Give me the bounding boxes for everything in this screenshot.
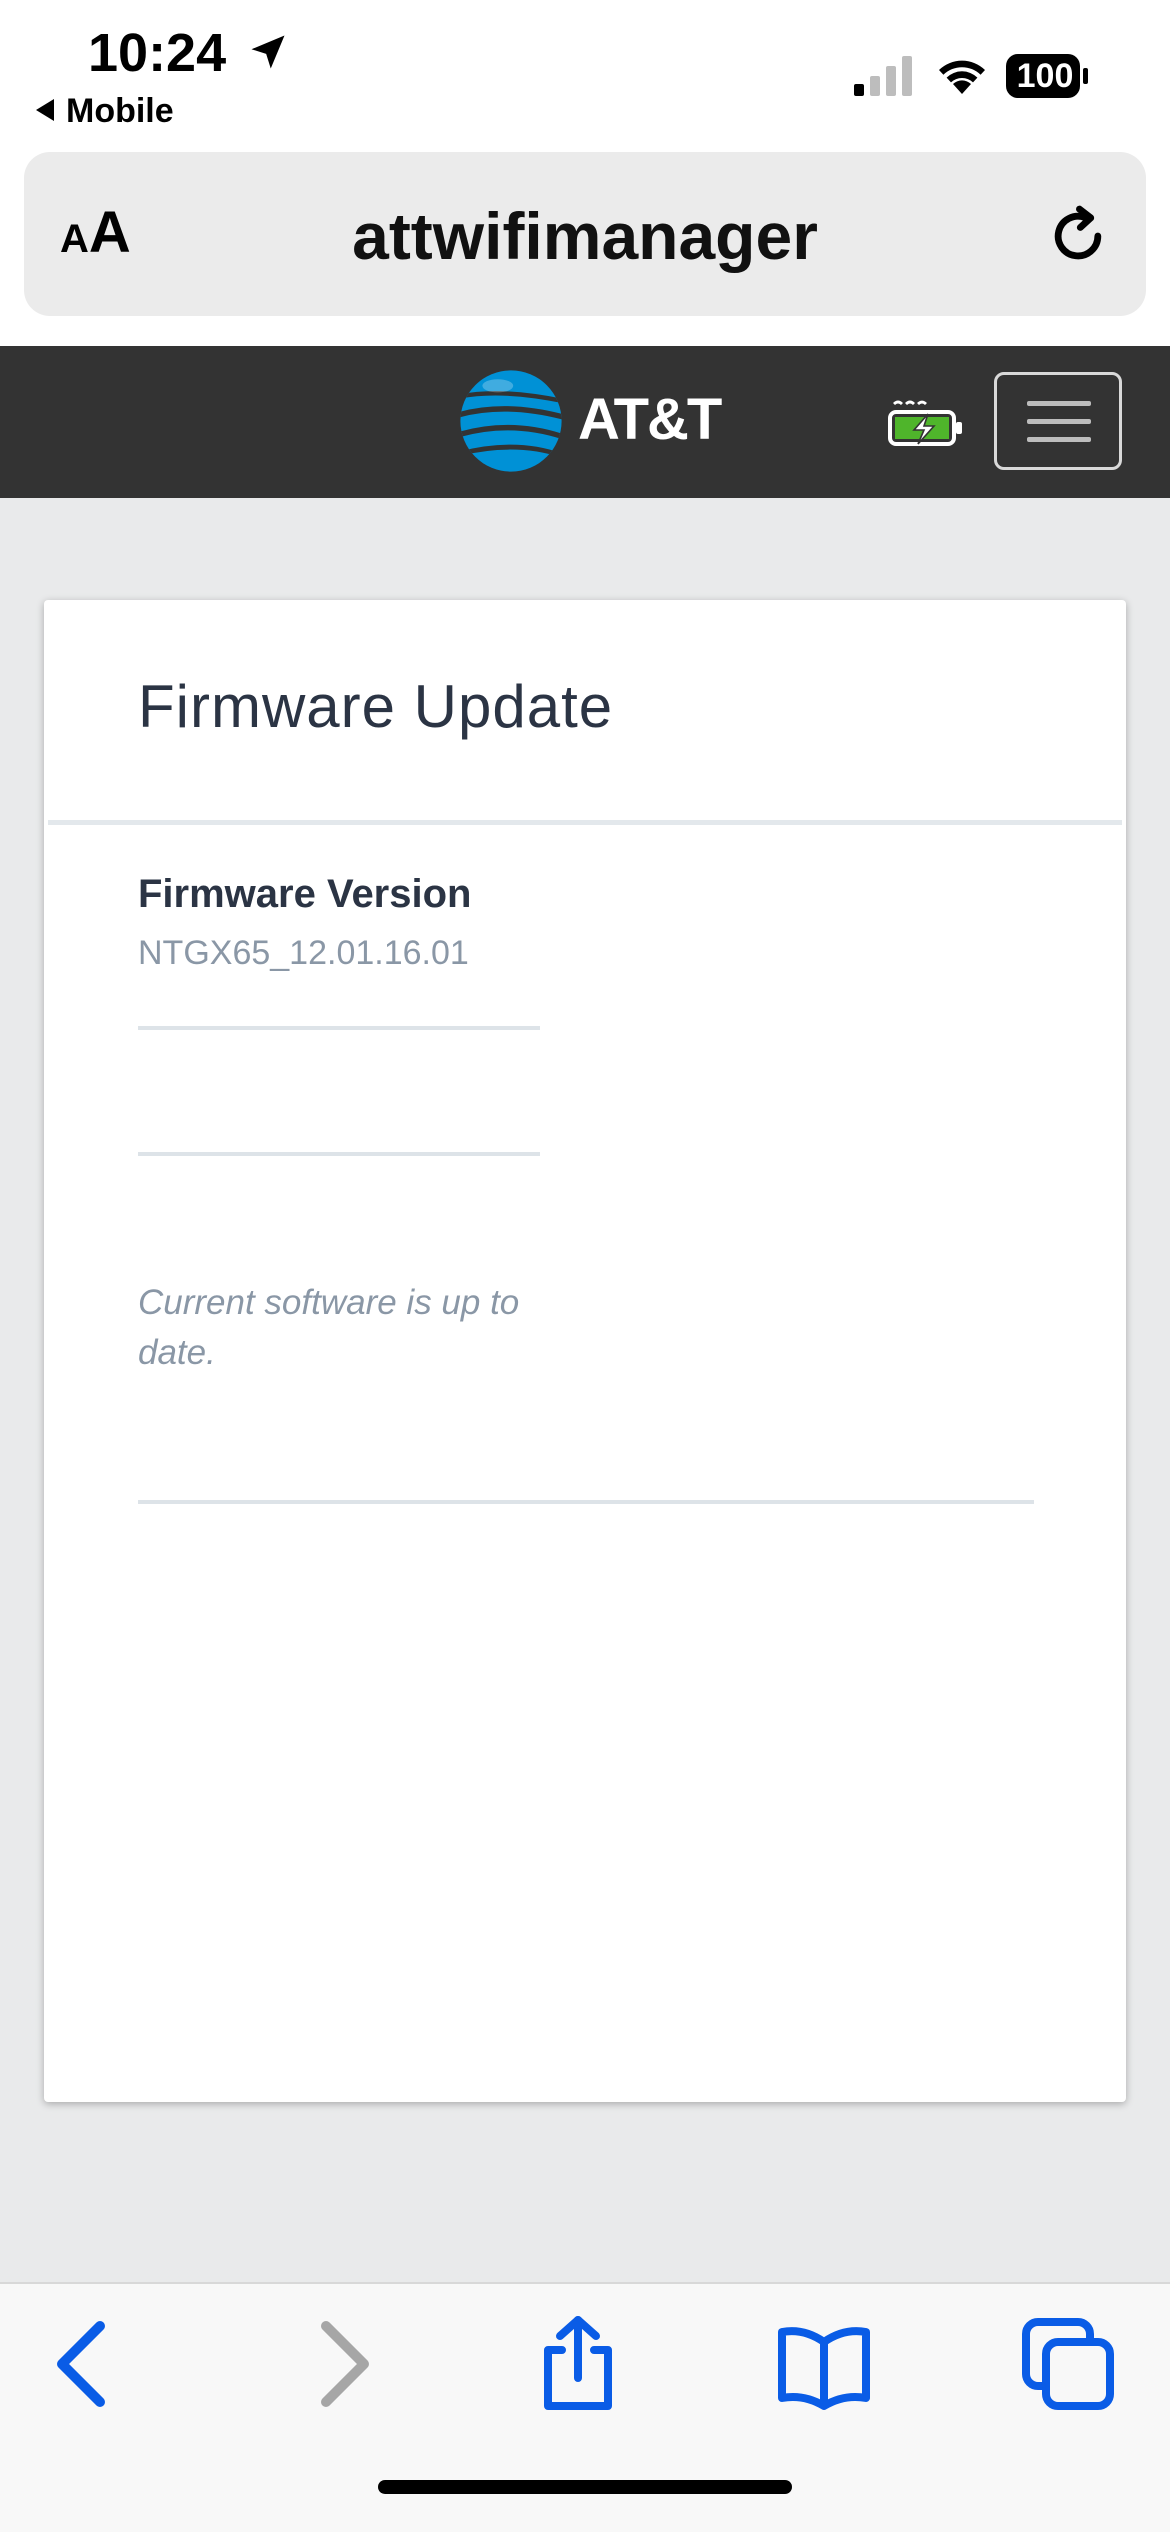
battery-level: 100 — [1016, 57, 1074, 95]
field-divider — [138, 1152, 540, 1156]
hamburger-menu-button[interactable] — [994, 372, 1122, 470]
location-arrow-icon — [251, 35, 285, 69]
firmware-version-label: Firmware Version — [138, 872, 472, 916]
att-globe-icon — [460, 370, 562, 472]
menu-bar-icon — [1027, 437, 1091, 442]
cellular-signal-icon — [854, 56, 912, 96]
menu-bar-icon — [1027, 401, 1091, 406]
router-battery-charging-icon[interactable] — [888, 398, 968, 448]
browser-top-bar: AA attwifimanager — [0, 148, 1170, 346]
back-to-app-link[interactable]: Mobile — [36, 92, 174, 131]
tabs-icon[interactable] — [1018, 2314, 1118, 2414]
home-indicator[interactable] — [378, 2480, 792, 2494]
wifi-icon — [939, 60, 985, 94]
field-divider — [138, 1026, 540, 1030]
forward-chevron-icon[interactable] — [290, 2314, 390, 2414]
status-time: 10:24 — [88, 23, 227, 83]
section-divider — [138, 1500, 1034, 1504]
page-title: Firmware Update — [138, 673, 614, 740]
address-bar[interactable]: AA attwifimanager — [24, 152, 1146, 316]
share-icon[interactable] — [528, 2314, 628, 2414]
status-bar: 10:24 Mobile 100 — [0, 0, 1170, 148]
back-chevron-icon[interactable] — [36, 2314, 136, 2414]
back-triangle-icon — [36, 99, 54, 121]
app-header: AT&T — [0, 346, 1170, 498]
browser-toolbar — [0, 2282, 1170, 2532]
back-app-label: Mobile — [66, 92, 174, 130]
att-wordmark: AT&T — [578, 387, 722, 452]
menu-bar-icon — [1027, 419, 1091, 424]
bookmarks-icon[interactable] — [774, 2314, 874, 2414]
url-text[interactable]: attwifimanager — [24, 200, 1146, 272]
update-status-message: Current software is up to date. — [138, 1283, 520, 1372]
reload-icon[interactable] — [1044, 202, 1112, 270]
firmware-card: Firmware Update Firmware Version NTGX65_… — [44, 600, 1126, 2102]
title-divider — [48, 820, 1122, 825]
firmware-version-value: NTGX65_12.01.16.01 — [138, 934, 469, 972]
